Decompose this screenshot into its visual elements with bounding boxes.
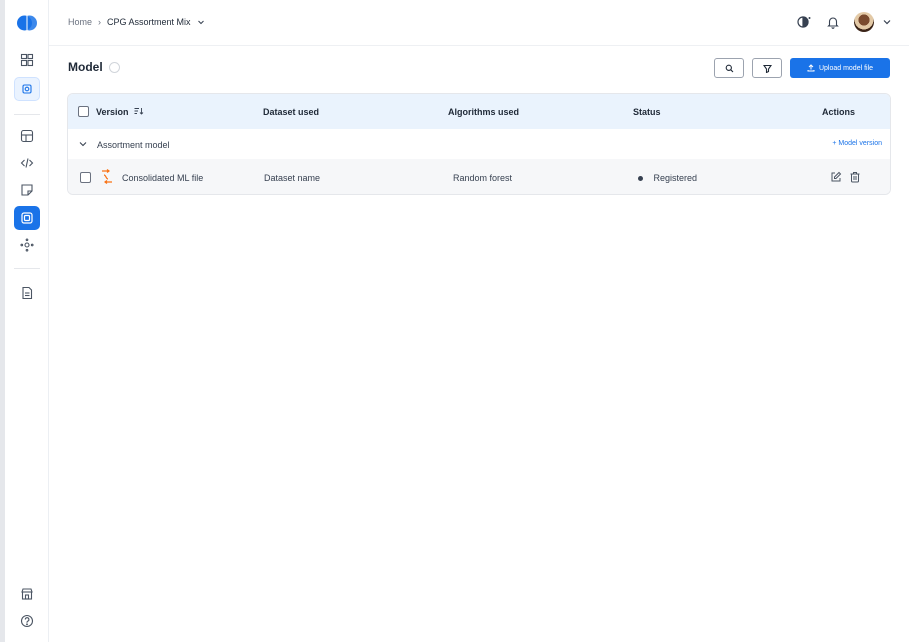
dashboard-icon: [20, 53, 34, 67]
row-version[interactable]: Consolidated ML file: [122, 173, 203, 183]
column-header-algorithms: Algorithms used: [448, 107, 520, 117]
settings-chip-icon: [22, 84, 32, 94]
breadcrumb-current[interactable]: CPG Assortment Mix: [107, 17, 191, 27]
sidebar-item-notes[interactable]: [14, 178, 40, 202]
file-icon: [102, 169, 112, 184]
topbar: Home › CPG Assortment Mix: [49, 0, 909, 46]
sort-icon[interactable]: [134, 107, 144, 115]
theme-toggle-icon[interactable]: [796, 14, 812, 30]
sidebar-item-store[interactable]: [14, 582, 40, 606]
filter-icon: [762, 64, 772, 73]
chevron-down-icon[interactable]: [197, 18, 205, 26]
status-label: Registered: [653, 173, 698, 183]
hub-icon: [20, 238, 34, 252]
delete-icon[interactable]: [849, 171, 861, 183]
search-button[interactable]: [714, 58, 744, 78]
model-table: Version Dataset used Algorithms used Sta…: [67, 93, 891, 195]
column-header-dataset: Dataset used: [263, 107, 320, 117]
breadcrumb-home[interactable]: Home: [68, 17, 92, 27]
logo-icon[interactable]: [17, 13, 37, 33]
info-icon[interactable]: [108, 61, 120, 73]
table-row[interactable]: Consolidated ML file Dataset name Random…: [68, 159, 890, 194]
add-model-version-link[interactable]: + Model version: [832, 140, 882, 147]
avatar[interactable]: [854, 12, 874, 32]
store-icon: [21, 588, 33, 600]
sidebar-item-help[interactable]: [14, 609, 40, 633]
column-header-status: Status: [633, 107, 661, 117]
upload-model-label: Upload model file: [818, 64, 874, 72]
sidebar-item-settings-chip[interactable]: [14, 77, 40, 101]
note-icon: [21, 184, 33, 196]
row-status: Registered: [638, 173, 697, 183]
page-header: Model: [68, 60, 120, 74]
search-icon: [725, 64, 733, 72]
bell-icon[interactable]: [826, 15, 840, 29]
chevron-down-icon[interactable]: [882, 17, 892, 27]
chevron-down-icon[interactable]: [78, 139, 88, 149]
page-title: Model: [68, 60, 103, 74]
breadcrumb: Home › CPG Assortment Mix: [68, 17, 205, 27]
select-all-checkbox[interactable]: [78, 106, 89, 117]
filter-button[interactable]: [752, 58, 782, 78]
sidebar-item-layout[interactable]: [14, 124, 40, 148]
code-icon: [20, 158, 34, 168]
row-algorithm: Random forest: [453, 173, 513, 183]
help-icon: [20, 614, 34, 628]
row-dataset: Dataset name: [264, 173, 321, 183]
report-icon: [22, 286, 33, 300]
sidebar: [5, 0, 49, 642]
sidebar-divider: [14, 268, 40, 269]
table-header: Version Dataset used Algorithms used Sta…: [68, 94, 890, 129]
sidebar-item-model[interactable]: [14, 206, 40, 230]
sidebar-item-hub[interactable]: [14, 233, 40, 257]
column-label: Version: [96, 107, 129, 117]
sidebar-item-report[interactable]: [14, 281, 40, 305]
breadcrumb-separator: ›: [98, 17, 102, 27]
edit-icon[interactable]: [830, 171, 842, 183]
column-header-actions: Actions: [822, 107, 856, 117]
status-dot: [638, 176, 643, 182]
model-icon: [21, 212, 33, 224]
group-name: Assortment model: [97, 140, 170, 150]
row-checkbox[interactable]: [80, 172, 91, 183]
layout-icon: [20, 129, 34, 143]
topbar-actions: [796, 12, 892, 32]
sidebar-divider: [14, 114, 40, 115]
group-row: Assortment model + Model version: [68, 129, 890, 159]
upload-icon: [807, 64, 815, 72]
user-menu[interactable]: [854, 12, 892, 32]
sidebar-item-code[interactable]: [14, 151, 40, 175]
upload-model-button[interactable]: Upload model file: [790, 58, 890, 78]
column-header-version[interactable]: Version: [96, 107, 144, 117]
sidebar-item-dashboard[interactable]: [14, 48, 40, 72]
